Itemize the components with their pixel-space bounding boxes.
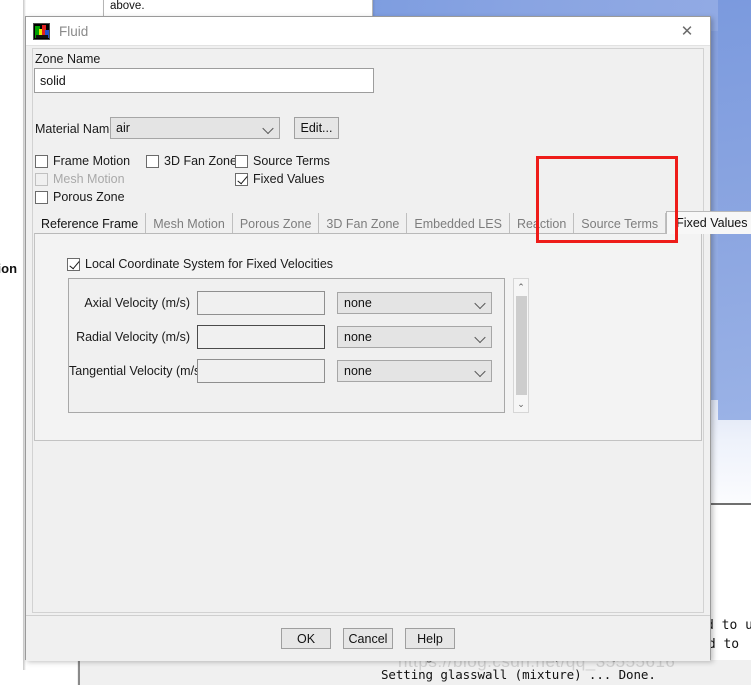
tab-3d-fan-zone[interactable]: 3D Fan Zone bbox=[319, 213, 408, 234]
tab-reference-frame[interactable]: Reference Frame bbox=[34, 213, 147, 234]
checkbox-3d-fan-zone[interactable]: 3D Fan Zone bbox=[146, 154, 237, 168]
checkbox-box-mesh-motion bbox=[35, 172, 48, 186]
dialog-title: Fluid bbox=[59, 23, 89, 39]
fixed-values-panel: Local Coordinate System for Fixed Veloci… bbox=[34, 233, 702, 441]
material-edit-button[interactable]: Edit... bbox=[294, 117, 339, 139]
checkbox-frame-motion[interactable]: Frame Motion bbox=[35, 154, 130, 168]
console-right-line-1: d to u bbox=[706, 618, 751, 633]
checkbox-box-3d-fan-zone bbox=[146, 154, 159, 168]
ok-button[interactable]: OK bbox=[281, 628, 331, 649]
label-tangential-velocity: Tangential Velocity (m/s) bbox=[69, 364, 205, 378]
zone-name-input[interactable] bbox=[34, 68, 374, 93]
label-radial-velocity: Radial Velocity (m/s) bbox=[76, 330, 190, 344]
background-partial-label: ation bbox=[0, 261, 18, 276]
background-right-white-panel bbox=[707, 505, 751, 685]
checkbox-label-porous-zone: Porous Zone bbox=[53, 190, 125, 204]
dialog-body: Zone Name Material Name air Edit... Fram… bbox=[26, 46, 751, 661]
select-radial-velocity-method[interactable]: none bbox=[337, 326, 492, 348]
row-tangential-velocity: Tangential Velocity (m/s) none bbox=[69, 359, 492, 383]
checkbox-box-porous-zone bbox=[35, 190, 48, 204]
input-tangential-velocity[interactable] bbox=[197, 359, 325, 383]
input-radial-velocity[interactable] bbox=[197, 325, 325, 349]
input-axial-velocity[interactable] bbox=[197, 291, 325, 315]
tab-mesh-motion[interactable]: Mesh Motion bbox=[146, 213, 233, 234]
scroll-up-icon[interactable]: ⌃ bbox=[513, 279, 529, 295]
checkbox-label-frame-motion: Frame Motion bbox=[53, 154, 131, 168]
chevron-down-icon bbox=[264, 124, 273, 133]
checkbox-label-local-coordinate-system: Local Coordinate System for Fixed Veloci… bbox=[85, 257, 334, 271]
checkbox-box-frame-motion bbox=[35, 154, 48, 168]
console-line-2: Setting glasswall (mixture) ... Done. bbox=[381, 667, 656, 682]
dialog-titlebar: Fluid ✕ bbox=[26, 17, 710, 46]
value-radial-velocity-method: none bbox=[344, 330, 372, 344]
checkbox-local-coordinate-system[interactable]: Local Coordinate System for Fixed Veloci… bbox=[67, 257, 333, 271]
chevron-down-icon bbox=[476, 367, 485, 376]
help-button[interactable]: Help bbox=[405, 628, 455, 649]
label-axial-velocity: Axial Velocity (m/s) bbox=[84, 296, 190, 310]
row-radial-velocity: Radial Velocity (m/s) none bbox=[69, 325, 492, 349]
screen: ation can be accessed through the main m… bbox=[0, 0, 751, 685]
checkbox-label-source-terms: Source Terms bbox=[253, 154, 330, 168]
row-axial-velocity: Axial Velocity (m/s) none bbox=[69, 291, 492, 315]
tab-embedded-les[interactable]: Embedded LES bbox=[407, 213, 510, 234]
zone-name-label: Zone Name bbox=[35, 52, 101, 66]
material-name-value: air bbox=[116, 121, 130, 135]
fluent-app-icon bbox=[33, 22, 50, 40]
material-name-select[interactable]: air bbox=[110, 117, 280, 139]
material-name-label: Material Name bbox=[35, 122, 117, 136]
fluid-dialog: Fluid ✕ Zone Name Material Name air Edit… bbox=[25, 16, 751, 661]
checkbox-box-local-coordinate-system bbox=[67, 257, 80, 271]
value-tangential-velocity-method: none bbox=[344, 364, 372, 378]
chevron-down-icon bbox=[476, 333, 485, 342]
cancel-button[interactable]: Cancel bbox=[343, 628, 393, 649]
checkbox-mesh-motion: Mesh Motion bbox=[35, 172, 125, 186]
tab-source-terms[interactable]: Source Terms bbox=[574, 213, 667, 234]
tab-reaction[interactable]: Reaction bbox=[510, 213, 575, 234]
tab-porous-zone[interactable]: Porous Zone bbox=[233, 213, 320, 234]
velocity-panel-scrollbar[interactable]: ⌃ ⌄ bbox=[513, 278, 529, 413]
checkbox-label-3d-fan-zone: 3D Fan Zone bbox=[164, 154, 237, 168]
scroll-down-icon[interactable]: ⌄ bbox=[513, 396, 529, 412]
select-axial-velocity-method[interactable]: none bbox=[337, 292, 492, 314]
checkbox-label-fixed-values: Fixed Values bbox=[253, 172, 325, 186]
select-tangential-velocity-method[interactable]: none bbox=[337, 360, 492, 382]
scrollbar-thumb[interactable] bbox=[515, 296, 527, 395]
checkbox-source-terms[interactable]: Source Terms bbox=[235, 154, 330, 168]
checkbox-box-fixed-values bbox=[235, 172, 248, 186]
close-icon[interactable]: ✕ bbox=[664, 17, 710, 45]
checkbox-fixed-values[interactable]: Fixed Values bbox=[235, 172, 324, 186]
tab-fixed-values[interactable]: Fixed Values bbox=[666, 211, 751, 234]
dialog-button-bar: OK Cancel Help bbox=[26, 615, 710, 661]
background-blue-right-edge bbox=[718, 0, 751, 420]
checkbox-box-source-terms bbox=[235, 154, 248, 168]
value-axial-velocity-method: none bbox=[344, 296, 372, 310]
checkbox-porous-zone[interactable]: Porous Zone bbox=[35, 190, 125, 204]
checkbox-label-mesh-motion: Mesh Motion bbox=[53, 172, 125, 186]
velocity-fields-box: Axial Velocity (m/s) none Radial Velocit… bbox=[68, 278, 505, 413]
chevron-down-icon bbox=[476, 299, 485, 308]
tab-bar: Reference Frame Mesh Motion Porous Zone … bbox=[34, 211, 751, 234]
